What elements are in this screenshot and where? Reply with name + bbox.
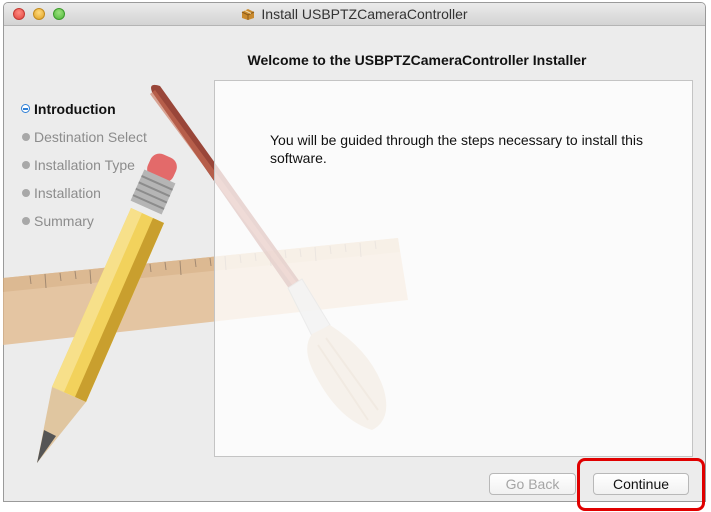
step-label: Destination Select — [34, 129, 147, 145]
bullet-icon — [22, 189, 30, 197]
step-label: Introduction — [34, 101, 116, 117]
installer-steps: Introduction Destination Select Installa… — [0, 95, 210, 235]
bullet-icon — [22, 161, 30, 169]
step-introduction: Introduction — [0, 95, 210, 123]
window-title-group: Install USBPTZCameraController — [4, 3, 705, 25]
step-summary: Summary — [0, 207, 210, 235]
step-installation: Installation — [0, 179, 210, 207]
bullet-icon — [22, 133, 30, 141]
step-label: Installation Type — [34, 157, 135, 173]
bullet-icon — [22, 217, 30, 225]
step-installation-type: Installation Type — [0, 151, 210, 179]
page-title: Welcome to the USBPTZCameraController In… — [247, 52, 587, 68]
title-bar[interactable]: Install USBPTZCameraController — [4, 3, 705, 26]
intro-text: You will be guided through the steps nec… — [270, 132, 644, 166]
window-title: Install USBPTZCameraController — [261, 6, 468, 22]
step-label: Installation — [34, 185, 101, 201]
package-icon — [242, 9, 255, 20]
current-step-icon — [21, 104, 30, 113]
continue-highlight-box — [577, 458, 705, 511]
step-label: Summary — [34, 213, 94, 229]
step-destination-select: Destination Select — [0, 123, 210, 151]
go-back-button[interactable]: Go Back — [489, 473, 576, 495]
content-pane: You will be guided through the steps nec… — [214, 80, 693, 457]
